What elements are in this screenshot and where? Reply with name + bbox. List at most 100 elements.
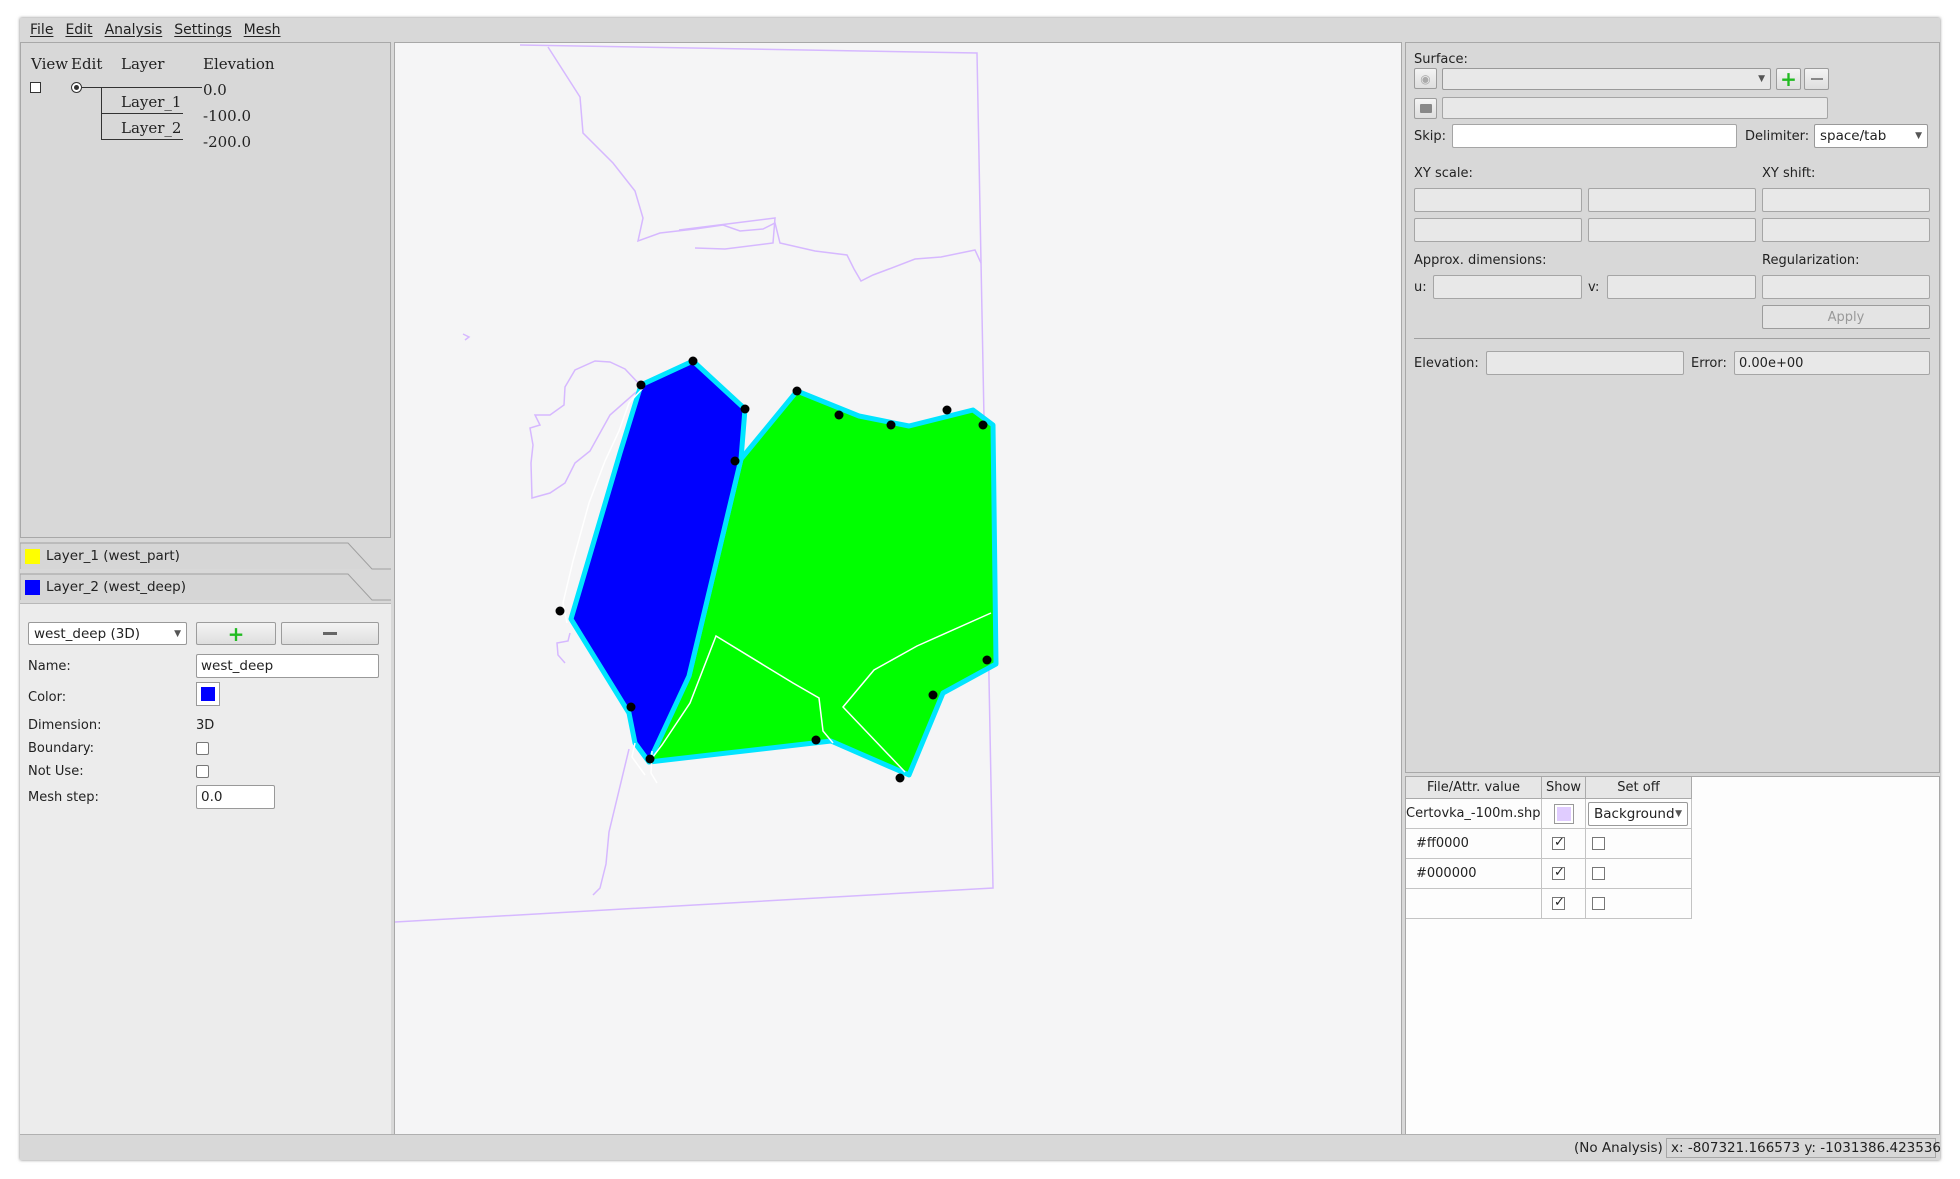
folder-icon [1419, 104, 1432, 113]
table-row-attr[interactable] [1406, 889, 1542, 919]
layer-color-swatch [25, 579, 40, 595]
layer-tab-label: Layer_2 (west_deep) [46, 579, 186, 595]
col-header-show[interactable]: Show [1542, 777, 1586, 799]
color-picker-button[interactable] [196, 682, 220, 706]
xyscale-input-22[interactable] [1588, 218, 1756, 242]
u-input[interactable] [1433, 275, 1582, 299]
setoff-checkbox[interactable] [1592, 897, 1605, 910]
color-swatch [201, 687, 215, 701]
regularization-input[interactable] [1762, 275, 1930, 299]
col-header-file[interactable]: File/Attr. value [1406, 777, 1542, 799]
col-layer-header: Layer [121, 55, 165, 73]
vertex [645, 754, 655, 764]
skip-input[interactable] [1452, 124, 1737, 148]
view-checkbox[interactable] [30, 82, 41, 93]
vertex [978, 420, 988, 430]
setoff-checkbox[interactable] [1592, 867, 1605, 880]
xyscale-input-11[interactable] [1414, 188, 1582, 212]
add-region-button[interactable]: + [196, 622, 276, 645]
skip-label: Skip: [1414, 129, 1447, 144]
color-swatch-button[interactable] [1553, 803, 1574, 824]
add-surface-button[interactable]: + [1776, 68, 1801, 90]
menu-settings[interactable]: Settings [168, 22, 237, 38]
u-label: u: [1414, 280, 1427, 295]
vertex [886, 420, 896, 430]
delimiter-select[interactable]: space/tab ▼ [1814, 124, 1928, 148]
edit-radio[interactable] [71, 82, 82, 93]
layer-tree-panel: View Edit Layer Elevation 0.0 Layer_1 -1… [20, 42, 391, 538]
menu-mesh[interactable]: Mesh [238, 22, 287, 38]
layer-tab-1[interactable]: Layer_1 (west_part) [20, 542, 391, 570]
layer-item-1[interactable]: Layer_1 [121, 93, 181, 111]
table-row-show[interactable] [1542, 829, 1586, 859]
layer-tab-label: Layer_1 (west_part) [46, 548, 180, 564]
surface-label: Surface: [1414, 52, 1468, 67]
v-label: v: [1588, 280, 1600, 295]
menu-edit[interactable]: Edit [59, 22, 98, 38]
xyshift-input-x[interactable] [1762, 188, 1930, 212]
show-checkbox[interactable] [1552, 895, 1565, 910]
map-canvas[interactable] [394, 42, 1402, 1144]
meshstep-input[interactable]: 0.0 [196, 785, 275, 809]
col-header-setoff[interactable]: Set off [1586, 777, 1692, 799]
table-row-show[interactable] [1542, 859, 1586, 889]
table-row-setoff[interactable] [1586, 859, 1692, 889]
vertex [895, 773, 905, 783]
table-row-show[interactable] [1542, 889, 1586, 919]
dropdown-arrow-icon: ▼ [1915, 131, 1922, 141]
layer-tab-2[interactable]: Layer_2 (west_deep) [20, 573, 391, 601]
menu-file[interactable]: File [24, 22, 59, 38]
table-row-attr[interactable]: #000000 [1406, 859, 1542, 889]
xyshift-input-y[interactable] [1762, 218, 1930, 242]
elevation-value: -100.0 [203, 107, 252, 125]
table-row-setoff[interactable] [1586, 889, 1692, 919]
remove-region-button[interactable] [281, 622, 379, 645]
table-row-setoff[interactable]: Background ▼ [1586, 799, 1692, 829]
name-label: Name: [28, 659, 71, 674]
menu-analysis[interactable]: Analysis [99, 22, 169, 38]
table-row-show[interactable] [1542, 799, 1586, 829]
v-input[interactable] [1607, 275, 1756, 299]
remove-surface-button[interactable] [1804, 68, 1829, 90]
surface-panel: Surface: ◉ ▼ + Skip: Delimiter: space/ta… [1405, 42, 1940, 773]
file-path-input[interactable] [1442, 97, 1828, 119]
xyscale-input-12[interactable] [1588, 188, 1756, 212]
col-edit-header: Edit [71, 55, 103, 73]
elevation-input[interactable] [1486, 351, 1684, 375]
vertex [942, 405, 952, 415]
vertex [811, 735, 821, 745]
surface-select[interactable]: ▼ [1442, 68, 1771, 90]
col-view-header: View [31, 55, 69, 73]
tree-line [101, 113, 183, 114]
dropdown-arrow-icon: ▼ [1758, 74, 1765, 84]
elevation-value: 0.0 [203, 81, 227, 99]
notuse-checkbox[interactable] [196, 765, 209, 778]
delimiter-select-value: space/tab [1820, 128, 1887, 144]
tree-line [101, 139, 183, 140]
layer-item-2[interactable]: Layer_2 [121, 119, 181, 137]
vertex [792, 386, 802, 396]
toggle-visibility-button[interactable]: ◉ [1414, 68, 1437, 89]
open-file-button[interactable] [1414, 98, 1437, 119]
vertex [555, 606, 565, 616]
apply-button[interactable]: Apply [1762, 305, 1930, 329]
table-row-file[interactable]: Certovka_-100m.shp [1406, 799, 1542, 829]
xyscale-label: XY scale: [1414, 166, 1473, 181]
boundary-checkbox[interactable] [196, 742, 209, 755]
xyscale-input-21[interactable] [1414, 218, 1582, 242]
minus-icon [323, 632, 337, 635]
setoff-checkbox[interactable] [1592, 837, 1605, 850]
table-row-attr[interactable]: #ff0000 [1406, 829, 1542, 859]
elevation-label: Elevation: [1414, 356, 1479, 371]
show-checkbox[interactable] [1552, 865, 1565, 880]
name-input[interactable]: west_deep [196, 654, 379, 678]
dropdown-arrow-icon: ▼ [1675, 808, 1682, 819]
vertex [636, 380, 646, 390]
setoff-select[interactable]: Background ▼ [1588, 801, 1688, 826]
region-select[interactable]: west_deep (3D) ▼ [28, 622, 187, 645]
vertex [730, 456, 740, 466]
show-checkbox[interactable] [1552, 835, 1565, 850]
coordinates-readout: x: -807321.166573 y: -1031386.423536 [1666, 1138, 1941, 1158]
table-row-setoff[interactable] [1586, 829, 1692, 859]
minus-icon [1810, 78, 1823, 80]
